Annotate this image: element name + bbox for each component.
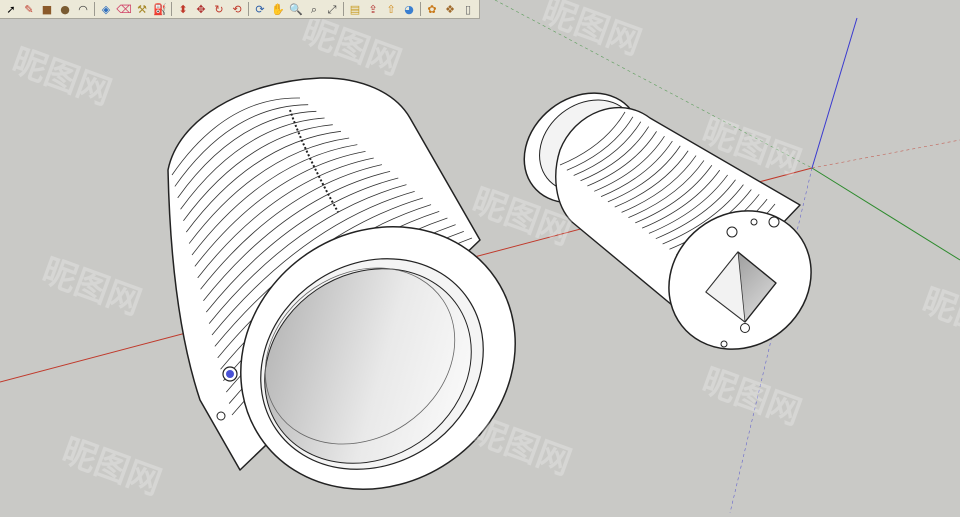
pencil-tool-icon[interactable]: ✎ xyxy=(20,1,38,17)
share-model-tool-icon[interactable]: ⇪ xyxy=(364,1,382,17)
svg-text:昵图网: 昵图网 xyxy=(7,41,117,113)
get-models-tool-icon[interactable]: ▤ xyxy=(346,1,364,17)
pan-tool-icon[interactable]: ✋ xyxy=(269,1,287,17)
make-component-tool-icon[interactable]: ◈ xyxy=(97,1,115,17)
eraser-tool-icon[interactable]: ⌫ xyxy=(115,1,133,17)
rotate-tool-icon[interactable]: ↻ xyxy=(210,1,228,17)
circle-tool-icon[interactable]: ● xyxy=(56,1,74,17)
svg-text:昵图网: 昵图网 xyxy=(37,251,147,323)
move-tool-icon[interactable]: ✥ xyxy=(192,1,210,17)
rectangle-tool-icon[interactable]: ■ xyxy=(38,1,56,17)
svg-text:昵图网: 昵图网 xyxy=(537,0,647,63)
svg-text:昵图网: 昵图网 xyxy=(297,11,407,83)
toolbar-separator xyxy=(420,2,421,16)
svg-text:昵图网: 昵图网 xyxy=(57,431,167,503)
extension-warehouse-tool-icon[interactable]: ✿ xyxy=(423,1,441,17)
toolbar-separator xyxy=(171,2,172,16)
layout-tool-icon[interactable]: ▯ xyxy=(459,1,477,17)
select-tool-icon[interactable]: ➚ xyxy=(2,1,20,17)
svg-text:昵图网: 昵图网 xyxy=(697,361,807,433)
zoom-extents-tool-icon[interactable]: ⤢ xyxy=(323,1,341,17)
svg-text:昵图网: 昵图网 xyxy=(917,281,960,353)
toolbar-separator xyxy=(248,2,249,16)
svg-text:昵图网: 昵图网 xyxy=(467,411,577,483)
share-component-tool-icon[interactable]: ⇧ xyxy=(382,1,400,17)
orbit-tool-icon[interactable]: ⟳ xyxy=(251,1,269,17)
main-toolbar: ➚ ✎ ■ ● ◠ ◈ ⌫ ⚒ ⛽ ⬍ ✥ ↻ ⟲ ⟳ ✋ 🔍 ⌕ ⤢ ▤ ⇪ ⇧ ◕ ✿ ❖ ▯ xyxy=(0,0,480,19)
toolbar-separator xyxy=(94,2,95,16)
3d-viewport[interactable]: 昵图网 昵图网 昵图网 昵图网 昵图网 昵图网 昵图网 昵图网 昵图网 昵图网 xyxy=(0,0,960,514)
toolbar-separator xyxy=(343,2,344,16)
arc-tool-icon[interactable]: ◠ xyxy=(74,1,92,17)
tape-measure-tool-icon[interactable]: ⚒ xyxy=(133,1,151,17)
green-axis xyxy=(811,167,960,261)
watermark: 昵图网 昵图网 昵图网 昵图网 昵图网 昵图网 昵图网 昵图网 昵图网 昵图网 xyxy=(7,0,960,503)
ruby-console-tool-icon[interactable]: ❖ xyxy=(441,1,459,17)
google-earth-tool-icon[interactable]: ◕ xyxy=(400,1,418,17)
zoom-window-tool-icon[interactable]: ⌕ xyxy=(305,1,323,17)
offset-tool-icon[interactable]: ⟲ xyxy=(228,1,246,17)
paint-bucket-tool-icon[interactable]: ⛽ xyxy=(151,1,169,17)
scene-canvas[interactable]: 昵图网 昵图网 昵图网 昵图网 昵图网 昵图网 昵图网 昵图网 昵图网 昵图网 xyxy=(0,0,960,514)
zoom-tool-icon[interactable]: 🔍 xyxy=(287,1,305,17)
blue-axis xyxy=(811,17,858,169)
push-pull-tool-icon[interactable]: ⬍ xyxy=(174,1,192,17)
